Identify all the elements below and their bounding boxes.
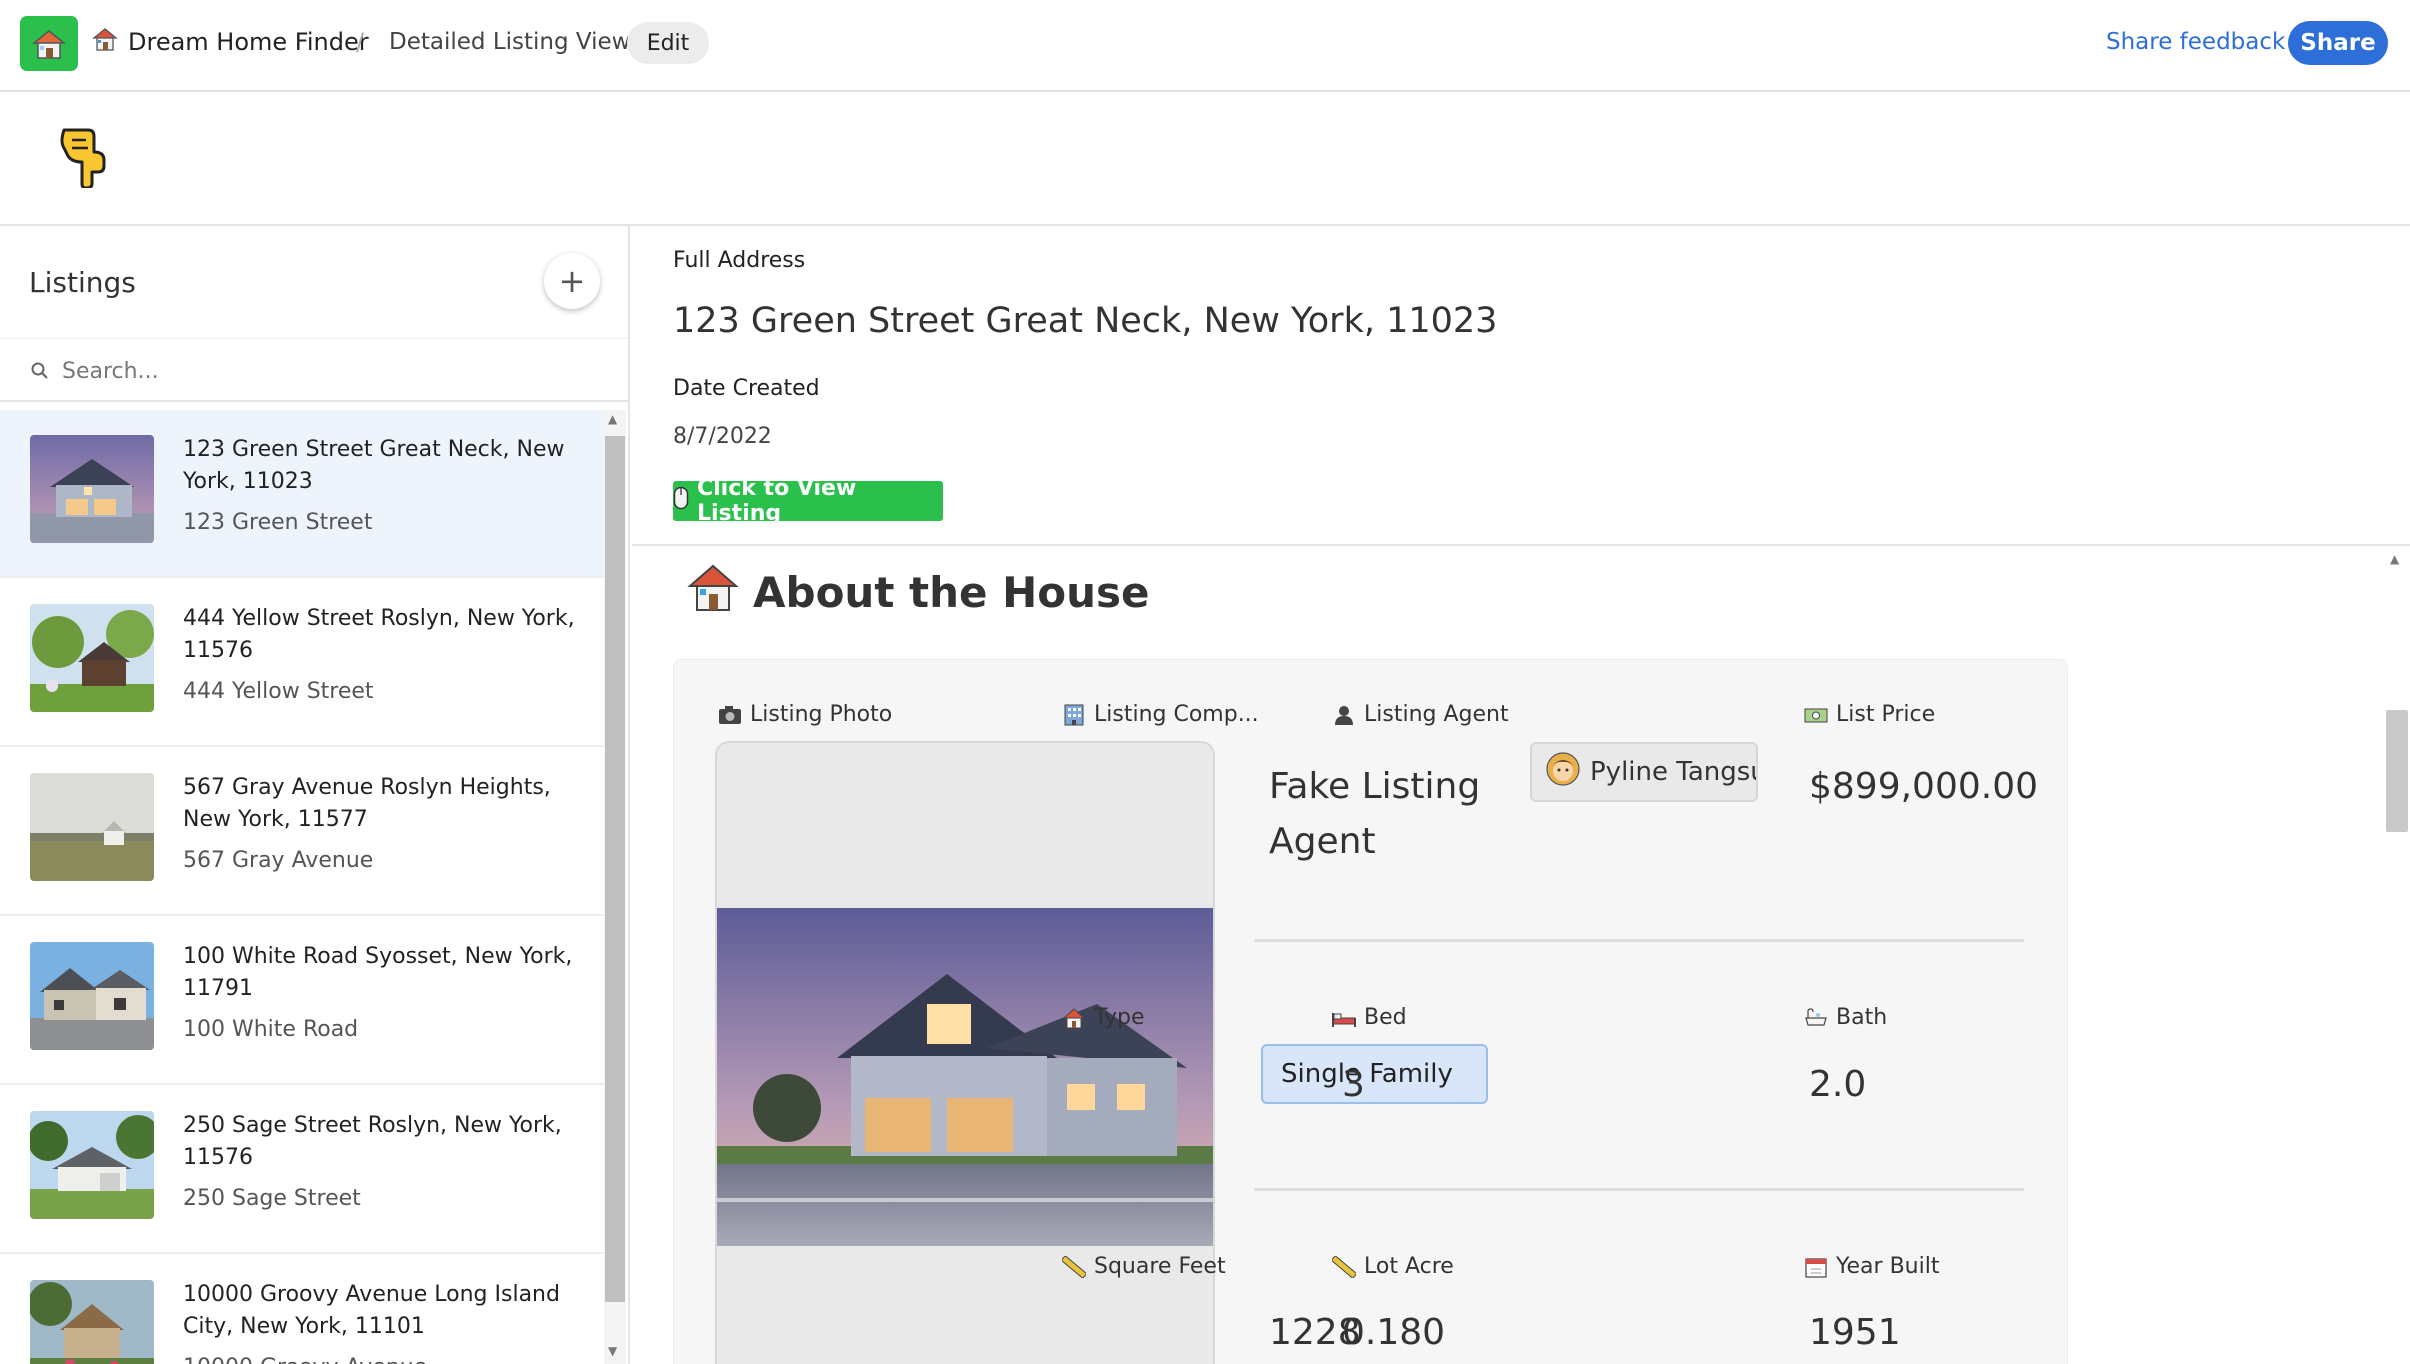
listing-thumbnail <box>30 942 154 1050</box>
date-value: 8/7/2022 <box>673 424 772 449</box>
app-name: Dream Home Finder <box>128 28 369 56</box>
breadcrumb-separator: / <box>356 28 365 56</box>
listing-company-value: Fake Listing Agent <box>1269 766 1481 862</box>
list-item[interactable]: 100 White Road Syosset, New York, 11791 … <box>0 917 604 1085</box>
bed-icon <box>1332 1007 1356 1029</box>
edit-button[interactable]: Edit <box>627 22 709 64</box>
house-icon <box>687 562 739 622</box>
search-icon <box>30 361 50 381</box>
list-price-label: List Price <box>1804 702 1935 727</box>
breadcrumb-app[interactable]: Dream Home Finder <box>92 26 369 58</box>
listing-street: 567 Gray Avenue <box>183 848 374 873</box>
scroll-down-arrow-icon[interactable]: ▼ <box>608 1344 617 1358</box>
listing-thumbnail <box>30 435 154 543</box>
list-item[interactable]: 250 Sage Street Roslyn, New York, 11576 … <box>0 1086 604 1254</box>
address-label: Full Address <box>673 248 806 273</box>
lot-acre-value: 0.180 <box>1342 1312 1446 1353</box>
sidebar-title: Listings <box>29 266 136 299</box>
listing-title: 100 White Road Syosset, New York, 11791 <box>183 944 573 1001</box>
listing-street: 10000 Groovy Avenue <box>183 1355 427 1364</box>
about-title: About the House <box>687 562 1150 622</box>
detail-scrollbar[interactable] <box>2384 546 2410 1364</box>
calendar-icon <box>1804 1256 1828 1278</box>
listing-street: 123 Green Street <box>183 510 373 535</box>
scroll-up-arrow-icon[interactable]: ▲ <box>2390 552 2399 566</box>
mouse-icon <box>673 486 689 516</box>
square-feet-label: Square Feet <box>1060 1254 1226 1279</box>
listing-street: 250 Sage Street <box>183 1186 361 1211</box>
row-divider <box>1254 939 2024 942</box>
list-item[interactable]: 567 Gray Avenue Roslyn Heights, New York… <box>0 748 604 916</box>
house-icon <box>92 26 118 58</box>
hint-strip <box>0 92 2410 226</box>
bath-value: 2.0 <box>1809 1064 1867 1105</box>
row-divider <box>1254 1188 2024 1191</box>
office-building-icon <box>1062 704 1086 726</box>
bed-value: 3 <box>1342 1064 1365 1105</box>
address-value: 123 Green Street Great Neck, New York, 1… <box>673 301 1498 341</box>
search-bar <box>0 338 628 402</box>
list-item[interactable]: 123 Green Street Great Neck, New York, 1… <box>0 410 604 578</box>
about-title-text: About the House <box>753 567 1150 617</box>
listing-thumbnail <box>30 1280 154 1364</box>
listings-list: 123 Green Street Great Neck, New York, 1… <box>0 410 604 1364</box>
listing-street: 444 Yellow Street <box>183 679 374 704</box>
pointing-hand-icon <box>58 122 114 190</box>
listing-title: 10000 Groovy Avenue Long Island City, Ne… <box>183 1282 560 1339</box>
person-icon <box>1332 704 1356 726</box>
listing-title: 567 Gray Avenue Roslyn Heights, New York… <box>183 775 551 832</box>
bed-label: Bed <box>1332 1005 1407 1030</box>
listing-thumbnail <box>30 1111 154 1219</box>
listing-thumbnail <box>30 604 154 712</box>
add-listing-button[interactable]: + <box>544 253 600 309</box>
listing-thumbnail <box>30 773 154 881</box>
house-icon <box>1062 1007 1086 1029</box>
list-item[interactable]: 10000 Groovy Avenue Long Island City, Ne… <box>0 1255 604 1364</box>
list-price-value: $899,000.00 <box>1809 766 2039 807</box>
about-section: About the House Listing Photo Listing Co… <box>632 546 2410 1364</box>
listing-company-label: Listing Comp... <box>1062 702 1259 727</box>
sidebar-scrollbar-thumb[interactable] <box>605 436 625 1302</box>
lot-acre-label: Lot Acre <box>1330 1254 1454 1279</box>
list-item[interactable]: 444 Yellow Street Roslyn, New York, 1157… <box>0 579 604 747</box>
listing-title: 444 Yellow Street Roslyn, New York, 1157… <box>183 606 575 663</box>
share-button[interactable]: Share <box>2288 21 2388 65</box>
agent-name: Pyline Tangsuvan <box>1590 757 1756 787</box>
listing-detail-header: Full Address 123 Green Street Great Neck… <box>632 226 2410 546</box>
scroll-up-arrow-icon[interactable]: ▲ <box>608 412 617 426</box>
type-value-chip[interactable]: Single Family <box>1261 1044 1488 1104</box>
house-details-card: Listing Photo Listing Comp... Fake Listi… <box>673 659 2068 1364</box>
listing-street: 100 White Road <box>183 1017 359 1042</box>
avatar <box>1546 751 1580 793</box>
breadcrumb-page[interactable]: Detailed Listing View <box>389 29 630 55</box>
year-built-value: 1951 <box>1809 1312 1901 1353</box>
type-label: Type <box>1062 1005 1145 1030</box>
view-listing-label: Click to View Listing <box>697 476 857 526</box>
share-feedback-link[interactable]: Share feedback <box>2106 29 2285 55</box>
view-listing-button[interactable]: Click to View Listing <box>673 476 943 526</box>
house-photo-image <box>717 908 1213 1246</box>
camera-icon <box>718 704 742 726</box>
year-built-label: Year Built <box>1804 1254 1939 1279</box>
bath-label: Bath <box>1804 1005 1887 1030</box>
listing-title: 250 Sage Street Roslyn, New York, 11576 <box>183 1113 562 1170</box>
listing-agent-label: Listing Agent <box>1332 702 1509 727</box>
search-input[interactable] <box>62 353 582 389</box>
listing-agent-chip[interactable]: Pyline Tangsuvan <box>1530 742 1758 802</box>
ruler-icon <box>1060 1254 1088 1279</box>
bathtub-icon <box>1804 1007 1828 1029</box>
date-label: Date Created <box>673 376 820 401</box>
money-icon <box>1804 704 1828 726</box>
app-home-icon[interactable] <box>20 16 78 71</box>
listings-sidebar: Listings + Search... 123 Green Street Gr… <box>0 226 630 1364</box>
detail-scrollbar-thumb[interactable] <box>2386 710 2408 832</box>
listing-title: 123 Green Street Great Neck, New York, 1… <box>183 437 565 494</box>
top-bar: Dream Home Finder / Detailed Listing Vie… <box>0 0 2410 92</box>
listing-photo-label: Listing Photo <box>718 702 892 727</box>
ruler-icon <box>1330 1254 1358 1279</box>
